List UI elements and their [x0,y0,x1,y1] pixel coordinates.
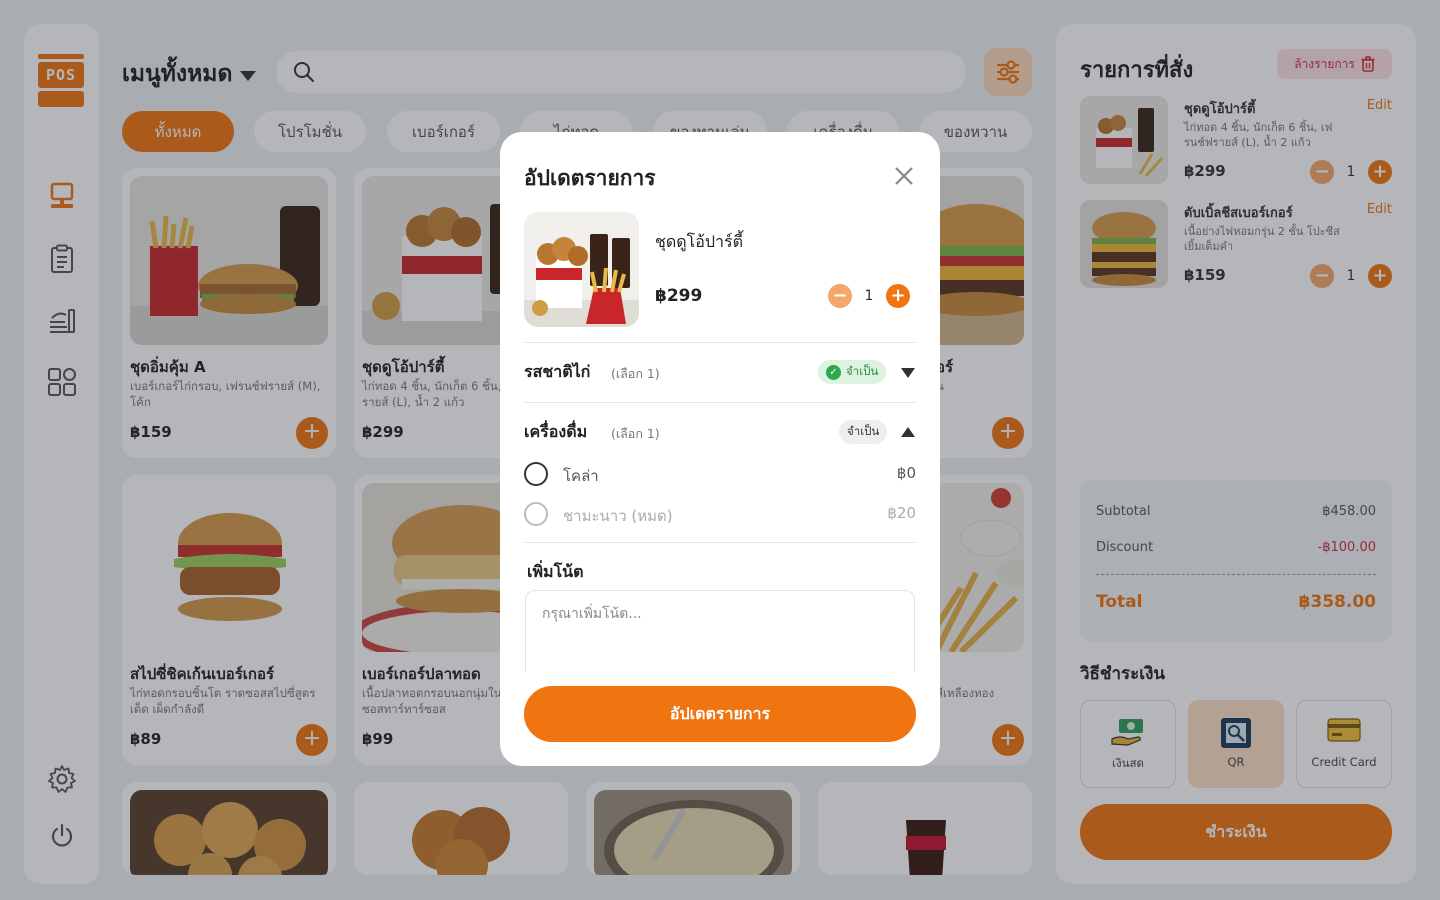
option-sub: (เลือก 1) [611,366,660,381]
choice-label: โคล่า [563,467,599,485]
collapse-chevron-icon[interactable] [901,427,915,437]
choice-price: ฿20 [887,504,916,522]
required-badge-label: จำเป็น [847,424,880,438]
choice-label: ชามะนาว (หมด) [563,507,673,525]
divider [524,542,916,543]
choice-price: ฿0 [896,464,916,482]
note-label: เพิ่มโน้ต [527,562,584,581]
required-badge-satisfied: ✓ จำเป็น [818,360,887,384]
divider [524,402,916,403]
modal-product-price: ฿299 [655,286,703,306]
expand-chevron-icon[interactable] [901,368,915,378]
option-title-drinks[interactable]: เครื่องดื่ม [524,420,587,445]
modal-title: อัปเดตรายการ [524,166,656,190]
radio-lime-tea-disabled [524,502,548,526]
increase-qty-button[interactable]: + [886,284,910,308]
modal-qty-stepper: − 1 + [828,284,910,308]
close-icon[interactable] [892,164,916,188]
check-circle-icon: ✓ [826,364,841,380]
option-sub: (เลือก 1) [611,426,660,441]
note-textarea[interactable] [525,590,915,672]
required-badge: จำเป็น [839,420,888,444]
required-badge-label: จำเป็น [846,364,879,378]
divider [524,342,916,343]
radio-cola[interactable] [524,462,548,486]
qty-value: 1 [864,288,874,304]
update-item-button[interactable]: อัปเดตรายการ [524,686,916,742]
modal-product-name: ชุดดูโอ้ปาร์ตี้ [655,232,743,251]
option-title-chicken-flavor[interactable]: รสชาติไก่ [524,360,590,385]
update-item-modal: อัปเดตรายการ ชุดดูโอ้ปาร์ตี้ ฿299 − 1 + … [500,132,940,766]
modal-product-image [524,212,639,327]
decrease-qty-button[interactable]: − [828,284,852,308]
